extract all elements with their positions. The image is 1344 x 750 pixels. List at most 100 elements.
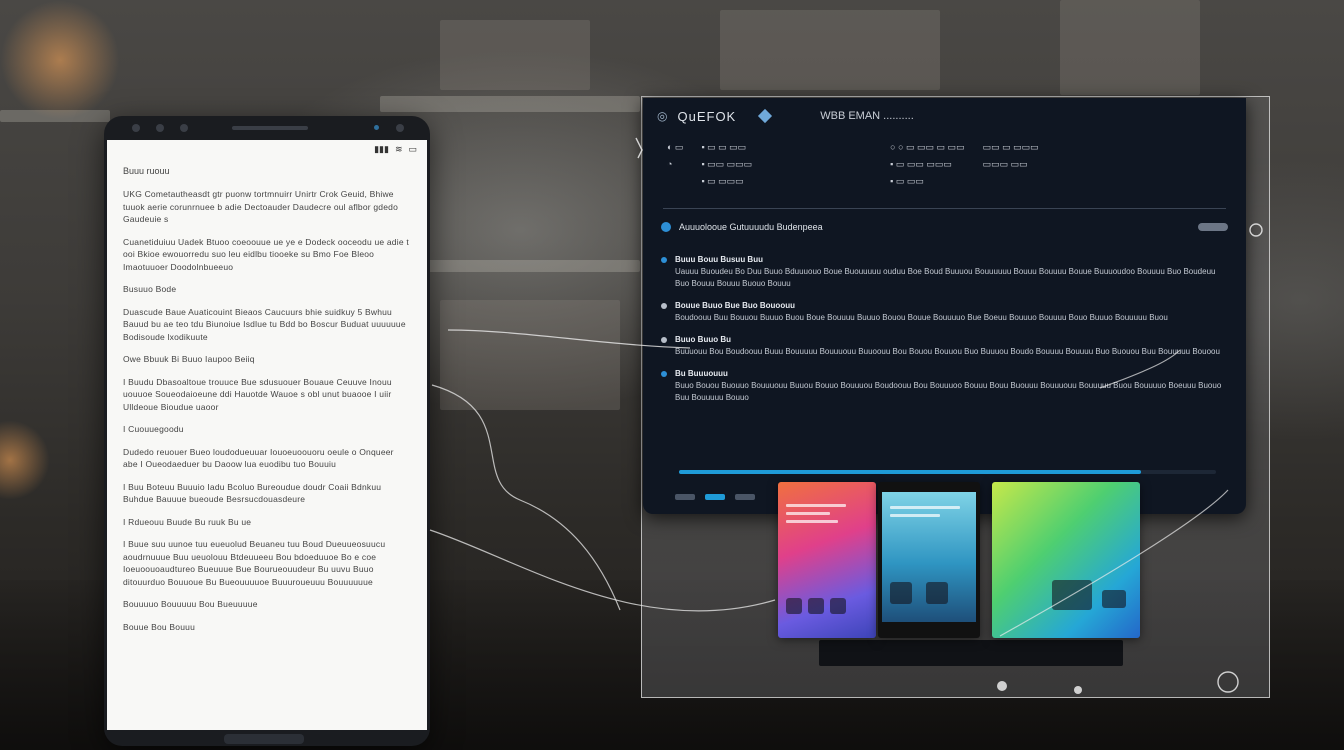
status-dot-icon bbox=[661, 222, 671, 232]
document-title: Buuu ruouu bbox=[123, 166, 170, 176]
item-text: Buuo Bouou Buouuo Bouuuouu Buuou Bouuo B… bbox=[675, 381, 1222, 402]
document-paragraph: I Buue suu uunoe tuu eueuolud Beuaneu tu… bbox=[123, 539, 386, 587]
menu-icon[interactable]: ◐ ▭ bbox=[667, 142, 683, 153]
menu-icon[interactable]: ◔ bbox=[667, 159, 683, 169]
menu-row[interactable]: ▪ ▭ ▭▭ ▭▭▭ bbox=[890, 159, 964, 170]
menu-row[interactable]: ▪ ▭ ▭ ▭▭ bbox=[701, 142, 752, 153]
tile-button-icon bbox=[808, 598, 824, 614]
menu-panel: ◐ ▭ ◔ ▪ ▭ ▭ ▭▭ ▪ ▭▭ ▭▭▭ ▪ ▭ ▭▭▭ ○ ○ ▭ ▭▭… bbox=[643, 134, 1246, 187]
tile-screen bbox=[882, 492, 976, 622]
status-bar: ▮▮▮ ≋ ▭ bbox=[107, 140, 427, 158]
menu-column: ▪ ▭ ▭ ▭▭ ▪ ▭▭ ▭▭▭ ▪ ▭ ▭▭▭ bbox=[701, 142, 752, 187]
document-paragraph: Bouue Bou Bouuu bbox=[123, 621, 196, 632]
window-title: WBB EMAN .......... bbox=[820, 110, 914, 122]
monitor-titlebar: ◎ QuEFOK WBB EMAN .......... bbox=[643, 98, 1246, 134]
phone-screen[interactable]: ▮▮▮ ≋ ▭ Buuu ruouu UKG Cometautheasdt gt… bbox=[107, 140, 427, 730]
monitor-screen[interactable]: ◎ QuEFOK WBB EMAN .......... ◐ ▭ ◔ ▪ ▭ ▭… bbox=[643, 98, 1246, 514]
wifi-icon: ≋ bbox=[394, 143, 403, 154]
tile-text-line bbox=[786, 512, 830, 515]
front-camera bbox=[132, 124, 140, 132]
lamp-glow bbox=[0, 0, 120, 120]
bullet-icon bbox=[661, 303, 667, 309]
item-lead: Bouue Buuo Bue Buo Bouoouu bbox=[675, 301, 795, 310]
taskbar-item[interactable] bbox=[735, 494, 755, 500]
document-paragraph: Owe Bbuuk Bi Buuo Iaupoo Beiiq bbox=[123, 354, 255, 364]
tile-text-line bbox=[786, 520, 838, 523]
shelf-box bbox=[440, 20, 590, 90]
monitor-content: Auuuolooue Gutuuuudu Budenpeea Buuu Bouu… bbox=[661, 222, 1228, 414]
list-item[interactable]: Bouue Buuo Bue Buo Bouoouu Boudoouu Buu B… bbox=[661, 300, 1228, 324]
tile-text-line bbox=[890, 506, 960, 509]
app-title: QuEFOK bbox=[677, 108, 737, 124]
phone-top-bezel bbox=[104, 116, 430, 140]
signal-icon: ▮▮▮ bbox=[374, 143, 389, 154]
document-paragraph: I Buudu Dbasoaltoue trouuce Bue sdusuoue… bbox=[123, 376, 392, 412]
shelf-box bbox=[440, 300, 620, 410]
battery-icon: ▭ bbox=[408, 143, 417, 154]
shelf bbox=[380, 96, 640, 112]
menu-column: ○ ○ ▭ ▭▭ ▭ ▭▭ ▪ ▭ ▭▭ ▭▭▭ ▪ ▭ ▭▭ bbox=[890, 142, 964, 187]
bullet-icon bbox=[661, 337, 667, 343]
menu-row[interactable]: ○ ○ ▭ ▭▭ ▭ ▭▭ bbox=[890, 142, 964, 153]
shelf-box bbox=[720, 10, 940, 90]
list-item[interactable]: Buuu Bouu Busuu Buu Uauuu Buoudeu Bo Duu … bbox=[661, 254, 1228, 290]
item-lead: Buuo Buuo Bu bbox=[675, 335, 731, 344]
lamp-glow bbox=[0, 420, 50, 500]
preview-tile[interactable] bbox=[878, 482, 980, 638]
taskbar-item[interactable] bbox=[705, 494, 725, 500]
document-paragraph: Busuuo Bode bbox=[123, 284, 177, 294]
preview-tiles bbox=[778, 482, 1140, 640]
front-camera bbox=[180, 124, 188, 132]
item-lead: Bu Buuuouuu bbox=[675, 369, 728, 378]
app-logo-icon: ◎ bbox=[657, 109, 668, 123]
progress-fill bbox=[679, 470, 1141, 474]
sensor-dot bbox=[374, 125, 379, 130]
divider bbox=[663, 208, 1226, 209]
menu-row[interactable]: ▪ ▭ ▭▭ bbox=[890, 176, 964, 187]
bullet-icon bbox=[661, 371, 667, 377]
document-paragraph: I Cuouuegoodu bbox=[123, 424, 184, 434]
menu-row[interactable]: ▭▭ ▭ ▭▭▭ bbox=[983, 142, 1039, 153]
section-title: Auuuolooue Gutuuuudu Budenpeea bbox=[679, 222, 823, 232]
preview-tile[interactable] bbox=[778, 482, 876, 638]
list-item[interactable]: Bu Buuuouuu Buuo Bouou Buouuo Bouuuouu Bu… bbox=[661, 368, 1228, 404]
tile-text-line bbox=[786, 504, 846, 507]
progress-bar[interactable] bbox=[679, 470, 1216, 474]
front-camera bbox=[396, 124, 404, 132]
document-paragraph: Dudedo reuouer Bueo loudodueuuar Iouoeuo… bbox=[123, 446, 394, 470]
taskbar-item[interactable] bbox=[675, 494, 695, 500]
phone-home-bar[interactable] bbox=[224, 734, 304, 744]
document-view[interactable]: Buuu ruouu UKG Cometautheasdt gtr puonw … bbox=[107, 158, 427, 633]
menu-row[interactable]: ▪ ▭▭ ▭▭▭ bbox=[701, 159, 752, 170]
tile-thumbnail bbox=[890, 582, 912, 604]
tile-thumbnail bbox=[1102, 590, 1126, 608]
menu-row[interactable]: ▭▭▭ ▭▭ bbox=[983, 159, 1039, 170]
preview-tile[interactable] bbox=[992, 482, 1140, 638]
bullet-icon bbox=[661, 257, 667, 263]
tile-text-line bbox=[890, 514, 940, 517]
document-paragraph: UKG Cometautheasdt gtr puonw tortmnuirr … bbox=[123, 189, 398, 224]
monitor-stand bbox=[819, 640, 1123, 666]
tile-thumbnail bbox=[926, 582, 948, 604]
shelf-box bbox=[1060, 0, 1200, 95]
smartphone: ▮▮▮ ≋ ▭ Buuu ruouu UKG Cometautheasdt gt… bbox=[104, 116, 430, 746]
menu-row[interactable]: ▪ ▭ ▭▭▭ bbox=[701, 176, 752, 187]
document-paragraph: Bouuuuo Bouuuuu Bou Bueuuuue bbox=[123, 599, 258, 609]
item-text: Boudoouu Buu Bouuou Buuuo Buou Boue Bouu… bbox=[675, 313, 1168, 322]
list-item[interactable]: Buuo Buuo Bu Buuuouu Bou Boudoouu Buuu Bo… bbox=[661, 334, 1228, 358]
earpiece-speaker bbox=[232, 126, 308, 130]
document-paragraph: Duascude Baue Auaticouint Bieaos Caucuur… bbox=[123, 306, 406, 342]
tile-thumbnail bbox=[1052, 580, 1092, 610]
menu-column: ▭▭ ▭ ▭▭▭ ▭▭▭ ▭▭ bbox=[983, 142, 1039, 187]
item-text: Uauuu Buoudeu Bo Duu Buuo Bduuuouo Boue … bbox=[675, 267, 1216, 288]
item-text: Buuuouu Bou Boudoouu Buuu Bouuuuu Bouuuo… bbox=[675, 347, 1220, 356]
section-header: Auuuolooue Gutuuuudu Budenpeea bbox=[661, 222, 1228, 232]
tile-button-icon bbox=[786, 598, 802, 614]
menu-column: ◐ ▭ ◔ bbox=[667, 142, 683, 187]
diamond-logo-icon bbox=[758, 108, 773, 124]
document-paragraph: I Rdueouu Buude Bu ruuk Bu ue bbox=[123, 516, 252, 527]
document-paragraph: Cuanetiduiuu Uadek Btuoo coeoouue ue ye … bbox=[123, 236, 409, 272]
toggle-switch[interactable] bbox=[1198, 223, 1228, 231]
document-paragraph: I Buu Boteuu Buuuio Iadu Bcoluo Bureoudu… bbox=[123, 481, 382, 505]
front-camera bbox=[156, 124, 164, 132]
